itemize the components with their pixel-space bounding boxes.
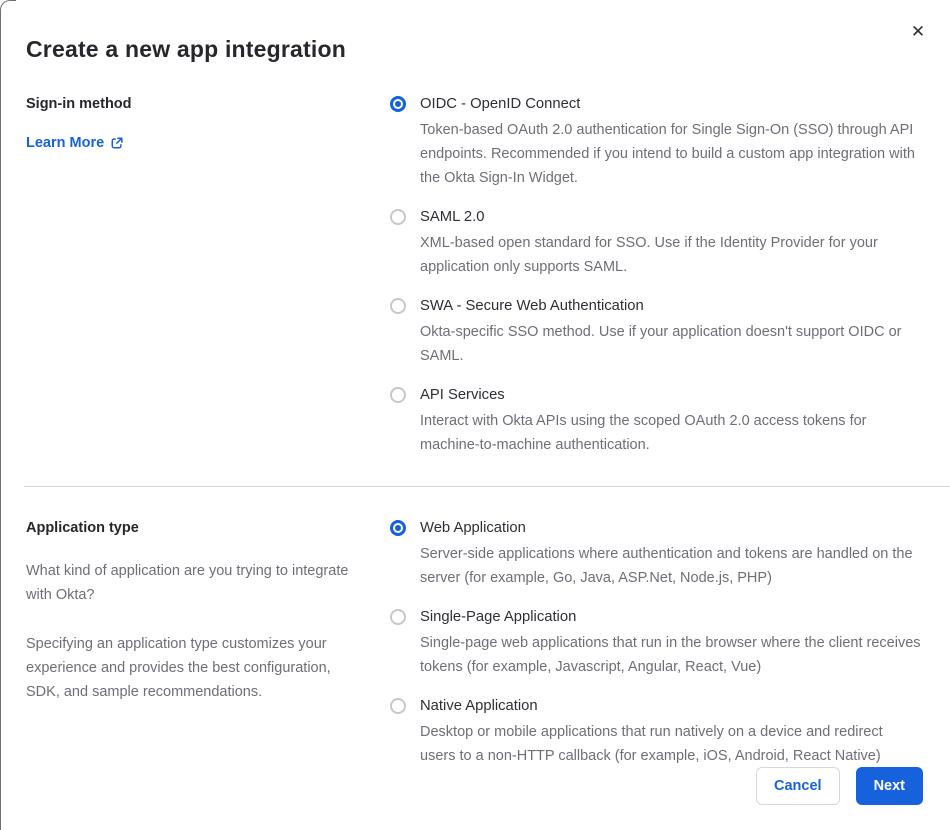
application-type-left-column: Application type What kind of applicatio… bbox=[26, 518, 364, 768]
option-oidc-description: Token-based OAuth 2.0 authentication for… bbox=[420, 122, 915, 186]
option-swa-label[interactable]: SWA - Secure Web Authentication bbox=[420, 296, 922, 316]
radio-oidc[interactable] bbox=[390, 96, 406, 112]
next-button[interactable]: Next bbox=[855, 767, 923, 805]
option-spa-label[interactable]: Single-Page Application bbox=[420, 607, 922, 627]
option-saml-label[interactable]: SAML 2.0 bbox=[420, 207, 922, 227]
option-saml-description: XML-based open standard for SSO. Use if … bbox=[420, 235, 878, 275]
application-type-options: Web Application Server-side applications… bbox=[390, 518, 924, 768]
option-web-app-label[interactable]: Web Application bbox=[420, 518, 922, 538]
close-icon[interactable]: ✕ bbox=[908, 22, 928, 42]
radio-native-app[interactable] bbox=[390, 698, 406, 714]
option-swa-description: Okta-specific SSO method. Use if your ap… bbox=[420, 324, 902, 364]
radio-swa[interactable] bbox=[390, 298, 406, 314]
option-native-app-description: Desktop or mobile applications that run … bbox=[420, 724, 883, 764]
option-spa-description: Single-page web applications that run in… bbox=[420, 635, 921, 675]
application-type-label: Application type bbox=[26, 520, 139, 536]
option-oidc-label[interactable]: OIDC - OpenID Connect bbox=[420, 94, 922, 114]
option-web-app-description: Server-side applications where authentic… bbox=[420, 546, 913, 586]
signin-method-label: Sign-in method bbox=[26, 96, 132, 112]
application-type-question: What kind of application are you trying … bbox=[26, 563, 349, 603]
option-native-app-label[interactable]: Native Application bbox=[420, 696, 922, 716]
application-type-explanation: Specifying an application type customize… bbox=[26, 636, 331, 700]
learn-more-link[interactable]: Learn More bbox=[26, 135, 124, 151]
learn-more-label: Learn More bbox=[26, 135, 105, 151]
external-link-icon bbox=[110, 136, 124, 150]
option-oidc: OIDC - OpenID Connect Token-based OAuth … bbox=[390, 94, 924, 190]
radio-spa[interactable] bbox=[390, 609, 406, 625]
modal-corner-border bbox=[0, 0, 16, 16]
option-native-app: Native Application Desktop or mobile app… bbox=[390, 696, 924, 768]
signin-method-options: OIDC - OpenID Connect Token-based OAuth … bbox=[390, 94, 924, 457]
radio-saml[interactable] bbox=[390, 209, 406, 225]
signin-method-section: Sign-in method Learn More OIDC - OpenID … bbox=[0, 94, 950, 457]
option-swa: SWA - Secure Web Authentication Okta-spe… bbox=[390, 296, 924, 368]
radio-web-app[interactable] bbox=[390, 520, 406, 536]
option-api-services-description: Interact with Okta APIs using the scoped… bbox=[420, 413, 867, 453]
section-divider bbox=[24, 486, 950, 487]
application-type-section: Application type What kind of applicatio… bbox=[0, 518, 950, 768]
cancel-button[interactable]: Cancel bbox=[756, 767, 840, 805]
radio-api-services[interactable] bbox=[390, 387, 406, 403]
modal-footer: Cancel Next bbox=[756, 767, 923, 805]
option-api-services-label[interactable]: API Services bbox=[420, 385, 922, 405]
option-spa: Single-Page Application Single-page web … bbox=[390, 607, 924, 679]
option-api-services: API Services Interact with Okta APIs usi… bbox=[390, 385, 924, 457]
modal-title: Create a new app integration bbox=[26, 36, 346, 62]
option-web-app: Web Application Server-side applications… bbox=[390, 518, 924, 590]
modal-left-border bbox=[0, 10, 1, 830]
option-saml: SAML 2.0 XML-based open standard for SSO… bbox=[390, 207, 924, 279]
signin-method-left-column: Sign-in method Learn More bbox=[26, 94, 364, 457]
